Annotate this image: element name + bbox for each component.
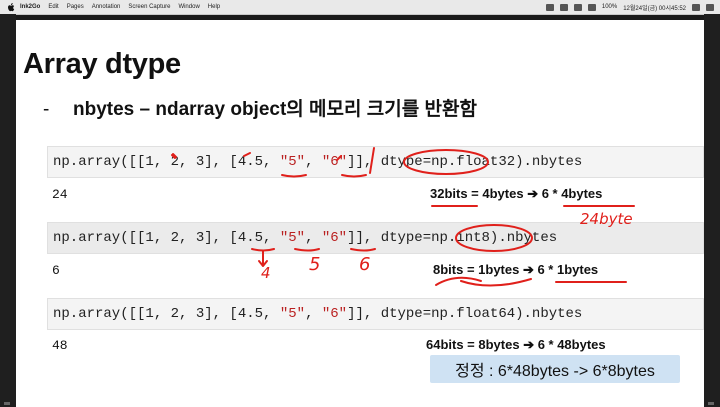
code-sep: ,: [305, 154, 322, 170]
battery-icon[interactable]: [587, 3, 596, 11]
menu-app-name[interactable]: Ink2Go: [20, 4, 40, 10]
code-string: "6": [321, 306, 348, 322]
menu-help[interactable]: Help: [208, 4, 220, 10]
menu-pages[interactable]: Pages: [67, 4, 84, 10]
code-cell-2[interactable]: np.array([[1, 2, 3], [4.5, "5", "6"]], d…: [47, 222, 704, 254]
code-sep: ,: [305, 230, 322, 246]
code-string: "6": [321, 230, 348, 246]
menu-bar: Ink2Go Edit Pages Annotation Screen Capt…: [0, 0, 720, 15]
status-area: 100% 12월24일(금) 00시45:52: [545, 0, 714, 14]
menu-extra-icon[interactable]: [559, 3, 568, 11]
output-2: 6: [52, 263, 60, 278]
code-prefix: np.array([[1, 2, 3], [4.5,: [53, 154, 280, 170]
screen-icon[interactable]: [545, 3, 554, 11]
menu-screen-capture[interactable]: Screen Capture: [128, 4, 170, 10]
code-string: "5": [279, 154, 306, 170]
bullet-dash: -: [43, 99, 50, 120]
menu-annotation[interactable]: Annotation: [92, 4, 121, 10]
clock[interactable]: 12월24일(금) 00시45:52: [623, 3, 686, 12]
corner-mark-right: [708, 402, 714, 405]
code-suffix: ]], dtype=np.float32).nbytes: [347, 154, 583, 170]
slide: Array dtype - nbytes – ndarray object의 메모…: [16, 20, 704, 407]
code-prefix: np.array([[1, 2, 3], [4.5,: [53, 230, 280, 246]
note-2: 8bits = 1bytes ➔ 6 * 1bytes: [433, 262, 599, 277]
output-1: 24: [52, 187, 68, 202]
note-1: 32bits = 4bytes ➔ 6 * 4bytes: [430, 186, 603, 201]
bullet-item: - nbytes – ndarray object의 메모리 크기를 반환함: [43, 94, 477, 121]
code-suffix: ]], dtype=np.int8).nbytes: [347, 230, 558, 246]
corner-mark-left: [4, 402, 10, 405]
code-string: "6": [321, 154, 348, 170]
control-center-icon[interactable]: [706, 3, 714, 11]
left-margin: [0, 14, 16, 407]
code-suffix: ]], dtype=np.float64).nbytes: [347, 306, 583, 322]
bullet-text: nbytes – ndarray object의 메모리 크기를 반환함: [73, 99, 477, 120]
search-icon[interactable]: [692, 3, 700, 11]
battery-percent: 100%: [601, 4, 618, 10]
slide-title: Array dtype: [23, 48, 181, 80]
apple-icon[interactable]: [6, 2, 16, 12]
menu-edit[interactable]: Edit: [48, 4, 58, 10]
note-3: 64bits = 8bytes ➔ 6 * 48bytes: [426, 337, 606, 352]
menu-window[interactable]: Window: [178, 4, 199, 10]
code-cell-1[interactable]: np.array([[1, 2, 3], [4.5, "5", "6"]], d…: [47, 146, 704, 178]
output-3: 48: [52, 338, 68, 353]
wifi-icon[interactable]: [573, 3, 582, 11]
code-cell-3[interactable]: np.array([[1, 2, 3], [4.5, "5", "6"]], d…: [47, 298, 704, 330]
correction-box: 정정 : 6*48bytes -> 6*8bytes: [430, 355, 680, 383]
right-margin: [704, 14, 720, 407]
code-sep: ,: [305, 306, 322, 322]
code-string: "5": [279, 306, 306, 322]
code-prefix: np.array([[1, 2, 3], [4.5,: [53, 306, 280, 322]
code-string: "5": [279, 230, 306, 246]
